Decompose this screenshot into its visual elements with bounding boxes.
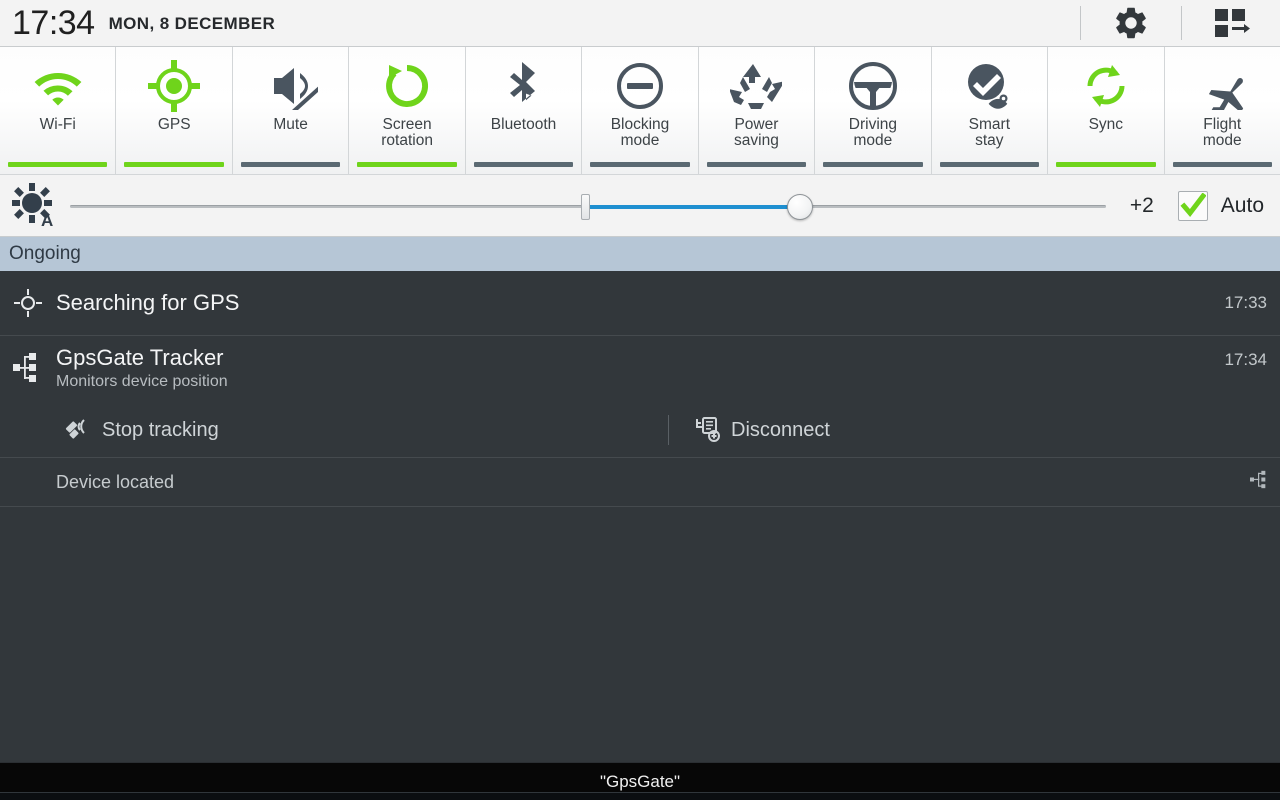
quick-setting-label-wifi: Wi-Fi — [39, 116, 76, 133]
quick-settings-grid-icon — [1215, 9, 1250, 37]
quick-setting-indicator-smart-stay — [939, 162, 1040, 167]
ongoing-section-header: Ongoing — [0, 237, 1280, 271]
gear-icon — [1116, 7, 1146, 39]
quick-setting-tile-mute[interactable]: Mute — [232, 47, 350, 174]
svg-text:A: A — [41, 211, 53, 229]
status-bar-right — [1054, 0, 1280, 46]
notification-shade: 17:34 MON, 8 DECEMBER Wi-Fi GPS Mute Scr… — [0, 0, 1280, 800]
quick-setting-indicator-mute — [240, 162, 341, 167]
quick-setting-label-bluetooth: Bluetooth — [490, 116, 557, 133]
disconnect-button[interactable]: Disconnect — [669, 403, 830, 457]
quick-setting-tile-sync[interactable]: Sync — [1048, 47, 1165, 174]
quick-setting-indicator-flight-mode — [1172, 162, 1272, 167]
screen-rotation-icon — [382, 57, 432, 115]
notification-item-gpsgate-tracker[interactable]: GpsGate Tracker Monitors device position… — [0, 336, 1280, 403]
brightness-row: A +2 Auto — [0, 174, 1280, 237]
brightness-auto-icon: A — [0, 182, 70, 229]
status-bar: 17:34 MON, 8 DECEMBER — [0, 0, 1280, 47]
satellite-off-icon — [56, 417, 100, 443]
notification-title: GpsGate Tracker — [56, 345, 224, 370]
quick-settings-toggle-button[interactable] — [1208, 0, 1256, 47]
settings-button[interactable] — [1107, 0, 1155, 47]
quick-settings-row: Wi-Fi GPS Mute Screen rotation Bluetooth… — [0, 47, 1280, 174]
auto-brightness-checkbox[interactable] — [1177, 190, 1208, 221]
airplane-icon — [1196, 57, 1248, 115]
notification-list: Searching for GPS 17:33 GpsGate Tracker … — [0, 271, 1280, 507]
quick-setting-tile-screen-rotation[interactable]: Screen rotation — [349, 47, 466, 174]
blocking-mode-icon — [615, 57, 665, 115]
quick-setting-tile-blocking-mode[interactable]: Blocking mode — [582, 47, 699, 174]
quick-setting-tile-power-saving[interactable]: Power saving — [698, 47, 816, 174]
gps-searching-icon — [0, 289, 56, 317]
quick-setting-indicator-gps — [124, 162, 224, 167]
quick-setting-label-mute: Mute — [273, 116, 308, 133]
quick-setting-indicator-bluetooth — [473, 162, 574, 167]
quick-setting-label-smart-stay: Smart stay — [968, 116, 1011, 149]
stop-tracking-label: Stop tracking — [102, 418, 219, 441]
gpsgate-tracker-icon — [0, 346, 56, 382]
notification-title: Searching for GPS — [56, 290, 240, 316]
wifi-icon — [30, 57, 86, 115]
disconnect-label: Disconnect — [731, 418, 830, 441]
quick-setting-tile-gps[interactable]: GPS — [116, 47, 233, 174]
notification-item-searching-gps[interactable]: Searching for GPS 17:33 — [0, 271, 1280, 335]
notification-body: Searching for GPS — [56, 291, 1224, 314]
navigation-strip — [0, 792, 1280, 800]
quick-setting-label-screen-rotation: Screen rotation — [381, 116, 433, 149]
quick-setting-label-driving-mode: Driving mode — [848, 116, 898, 149]
disconnect-icon — [685, 416, 729, 444]
slider-thumb[interactable] — [786, 193, 813, 220]
slider-fill — [584, 204, 796, 209]
auto-brightness-toggle[interactable]: Auto — [1177, 190, 1264, 221]
device-status-text: Device located — [56, 471, 175, 492]
gpsgate-small-icon — [1250, 470, 1270, 495]
brightness-slider[interactable] — [70, 186, 1106, 226]
quick-setting-label-power-saving: Power saving — [734, 116, 779, 149]
quick-setting-label-sync: Sync — [1088, 116, 1124, 133]
quick-setting-tile-driving-mode[interactable]: Driving mode — [815, 47, 932, 174]
driving-mode-icon — [847, 57, 899, 115]
notification-divider — [0, 506, 1280, 507]
notification-time: 17:33 — [1224, 293, 1267, 312]
gps-location-icon — [147, 57, 201, 115]
toast-text: "GpsGate" — [599, 771, 681, 791]
date-label: MON, 8 DECEMBER — [108, 13, 276, 33]
power-saving-icon — [730, 57, 783, 115]
mute-speaker-icon — [264, 57, 318, 115]
quick-setting-indicator-power-saving — [706, 162, 807, 167]
stop-tracking-button[interactable]: Stop tracking — [0, 403, 668, 457]
bluetooth-icon — [506, 57, 542, 115]
status-bar-divider-1 — [1080, 6, 1081, 40]
quick-setting-tile-bluetooth[interactable]: Bluetooth — [465, 47, 583, 174]
clock: 17:34 — [12, 4, 95, 42]
notification-time: 17:34 — [1224, 350, 1267, 369]
notification-subtitle: Monitors device position — [56, 373, 228, 391]
quick-setting-indicator-screen-rotation — [357, 162, 457, 167]
sync-icon — [1081, 57, 1131, 115]
quick-setting-indicator-blocking-mode — [590, 162, 690, 167]
quick-setting-tile-wifi[interactable]: Wi-Fi — [0, 47, 117, 174]
notification-status-row: Device located — [0, 458, 1280, 506]
checkmark-icon — [1180, 192, 1206, 217]
status-bar-divider-2 — [1181, 6, 1182, 40]
slider-tick-marker — [580, 193, 590, 220]
quick-setting-label-blocking-mode: Blocking mode — [610, 116, 670, 149]
smart-stay-icon — [962, 57, 1016, 115]
quick-setting-label-gps: GPS — [157, 116, 191, 133]
quick-setting-label-flight-mode: Flight mode — [1202, 116, 1242, 149]
quick-setting-tile-flight-mode[interactable]: Flight mode — [1164, 47, 1280, 174]
quick-setting-indicator-sync — [1056, 162, 1156, 167]
quick-setting-indicator-driving-mode — [823, 162, 923, 167]
brightness-value: +2 — [1129, 193, 1154, 217]
quick-setting-indicator-wifi — [8, 162, 108, 167]
auto-brightness-label: Auto — [1220, 193, 1264, 217]
quick-setting-tile-smart-stay[interactable]: Smart stay — [931, 47, 1049, 174]
notification-body: GpsGate Tracker Monitors device position — [56, 346, 1224, 391]
notification-actions: Stop tracking Disconnect — [0, 403, 1280, 457]
ongoing-section-label: Ongoing — [9, 243, 81, 264]
